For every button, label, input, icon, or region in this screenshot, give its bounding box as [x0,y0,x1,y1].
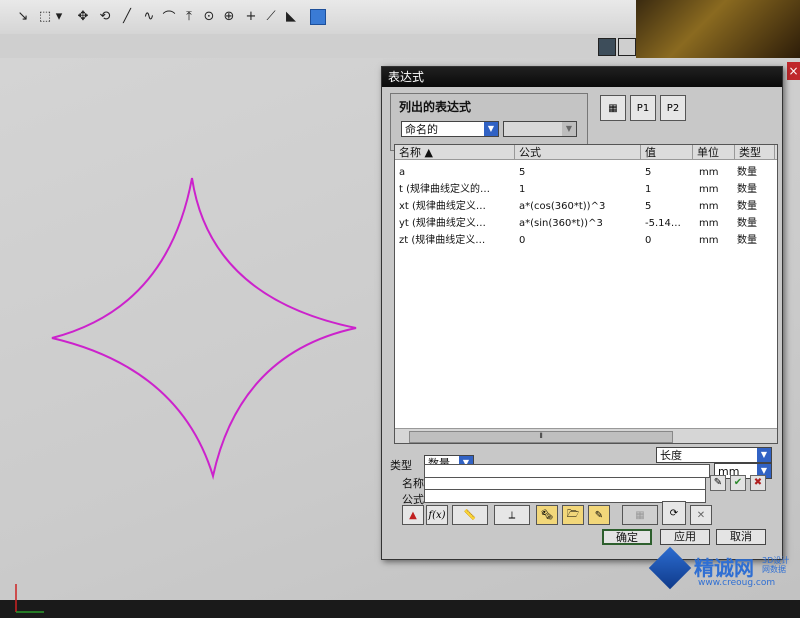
row-formula: 0 [519,235,526,246]
secondary-filter-select: ▼ [503,121,577,137]
row-formula: 1 [519,184,526,195]
screen: ↘ ⬚ ▾ ✥ ⟲ ╱ ∿ ⌒ ⤒ ⊙ ⊕ + ⟋ ◣ × 表达式 列出的表达式 [0,0,800,613]
type-label: 类型 [390,459,412,472]
circle-icon[interactable]: ⊙ [200,7,218,25]
scrollbar-thumb[interactable]: ⦀ [409,431,673,443]
column-header-extra[interactable]: 附 [775,145,777,160]
arc-icon[interactable]: ⤒ [180,7,198,25]
row-unit: mm [699,235,719,246]
horizontal-scrollbar[interactable]: ⦀ [395,428,777,443]
scroll-icon[interactable]: 🗞 [536,505,558,525]
column-header-formula[interactable]: 公式 [515,145,641,160]
dialog-title: 表达式 [382,67,782,87]
expressions-table[interactable]: 名称 ▲ 公式 值 单位 类型 附 a 5 5 mm 数量 t (规律曲线定义的… [394,144,778,444]
expressions-dialog: 表达式 列出的表达式 命名的 ▼ ▼ ▦ P1 P2 名称 ▲ 公式 值 单位 … [381,66,783,560]
row-name: t (规律曲线定义的… [399,184,491,195]
name-label: 名称 [402,477,424,490]
spline-icon[interactable]: ∿ [140,7,158,25]
ok-button[interactable]: 确定 [602,529,652,545]
plus-icon[interactable]: + [242,7,260,25]
shape-icon[interactable]: ◣ [282,7,300,25]
row-type: 数量 [737,235,757,246]
cancel-button[interactable]: 取消 [716,529,766,545]
listed-expressions-group: 列出的表达式 命名的 ▼ ▼ [390,93,588,151]
row-unit: mm [699,184,719,195]
chevron-down-icon: ▼ [562,122,576,136]
row-unit: mm [699,167,719,178]
row-type: 数量 [737,184,757,195]
type-aux-field[interactable] [424,464,710,478]
logo-cube-icon [648,546,692,590]
fit-view-icon[interactable] [618,38,636,56]
column-header-name[interactable]: 名称 ▲ [395,145,515,160]
column-header-value[interactable]: 值 [641,145,693,160]
view-button[interactable] [598,38,616,56]
edit-icon[interactable]: ✎ [710,475,726,491]
select-box-icon[interactable]: ⬚ [36,7,54,25]
crosshair-icon[interactable]: ⊕ [220,7,238,25]
secondary-toolbar [0,34,640,59]
row-formula: a*(cos(360*t))^3 [519,201,606,212]
function-icon[interactable]: f(x) [426,505,448,525]
triangle-up-icon[interactable]: ▲ [402,505,424,525]
filter-select[interactable]: 命名的 ▼ [401,121,499,137]
close-button[interactable]: × [787,62,800,80]
watermark-brand: 精诚网 [694,556,754,580]
row-name: yt (规律曲线定义… [399,218,486,229]
row-type: 数量 [737,201,757,212]
apply-button[interactable]: 应用 [660,529,710,545]
group-title: 列出的表达式 [399,100,472,114]
row-formula: a*(sin(360*t))^3 [519,218,603,229]
watermark-side: 3D设计 网数据 [762,556,790,574]
row-name: zt (规律曲线定义… [399,235,486,246]
watermark-url: www.creoug.com [698,578,776,588]
row-value: -5.14… [645,218,681,229]
rotate-icon[interactable]: ⟲ [96,7,114,25]
watermark: 精诚网 www.creoug.com 3D设计 网数据 [648,546,800,596]
chevron-down-icon: ▼ [484,122,498,136]
reject-edit-icon[interactable]: ✖ [750,475,766,491]
dropdown-icon[interactable]: ▾ [54,7,64,25]
main-toolbar: ↘ ⬚ ▾ ✥ ⟲ ╱ ∿ ⌒ ⤒ ⊙ ⊕ + ⟋ ◣ [0,0,640,35]
row-value: 0 [645,235,652,246]
row-type: 数量 [737,167,757,178]
open-file-icon[interactable]: 🗁 [562,505,584,525]
row-value: 5 [645,167,652,178]
background-region [636,0,800,62]
filter-value: 命名的 [405,123,438,136]
accept-edit-icon[interactable]: ✔ [730,475,746,491]
cube-icon[interactable] [310,9,326,25]
dimension-value: 长度 [660,449,682,462]
caliper-icon[interactable]: ⟂ [494,505,530,525]
row-unit: mm [699,218,719,229]
row-value: 1 [645,184,652,195]
disabled-tool-icon: ▦ [622,505,658,525]
measure-icon[interactable]: 📏 [452,505,488,525]
curve-icon[interactable]: ⌒ [160,7,178,26]
import-expressions-icon[interactable]: P2 [660,95,686,121]
dimension-select[interactable]: 长度 ▼ [656,447,772,463]
pencil-icon[interactable]: ✎ [588,505,610,525]
row-type: 数量 [737,218,757,229]
diagonal-line-icon[interactable]: ⟋ [262,7,280,25]
column-header-unit[interactable]: 单位 [693,145,735,160]
chevron-down-icon: ▼ [757,448,771,462]
coordinate-triad-icon [15,584,44,613]
refresh-table-icon[interactable]: ⟳ [662,501,686,525]
line-icon[interactable]: ╱ [118,7,136,25]
row-name: a [399,167,406,178]
row-formula: 5 [519,167,526,178]
export-expressions-icon[interactable]: P1 [630,95,656,121]
row-value: 5 [645,201,652,212]
column-header-type[interactable]: 类型 [735,145,775,160]
arrow-icon[interactable]: ↘ [14,7,32,25]
row-unit: mm [699,201,719,212]
row-name: xt (规律曲线定义… [399,201,486,212]
move-icon[interactable]: ✥ [74,7,92,25]
spreadsheet-icon[interactable]: ▦ [600,95,626,121]
delete-icon[interactable]: ✕ [690,505,712,525]
